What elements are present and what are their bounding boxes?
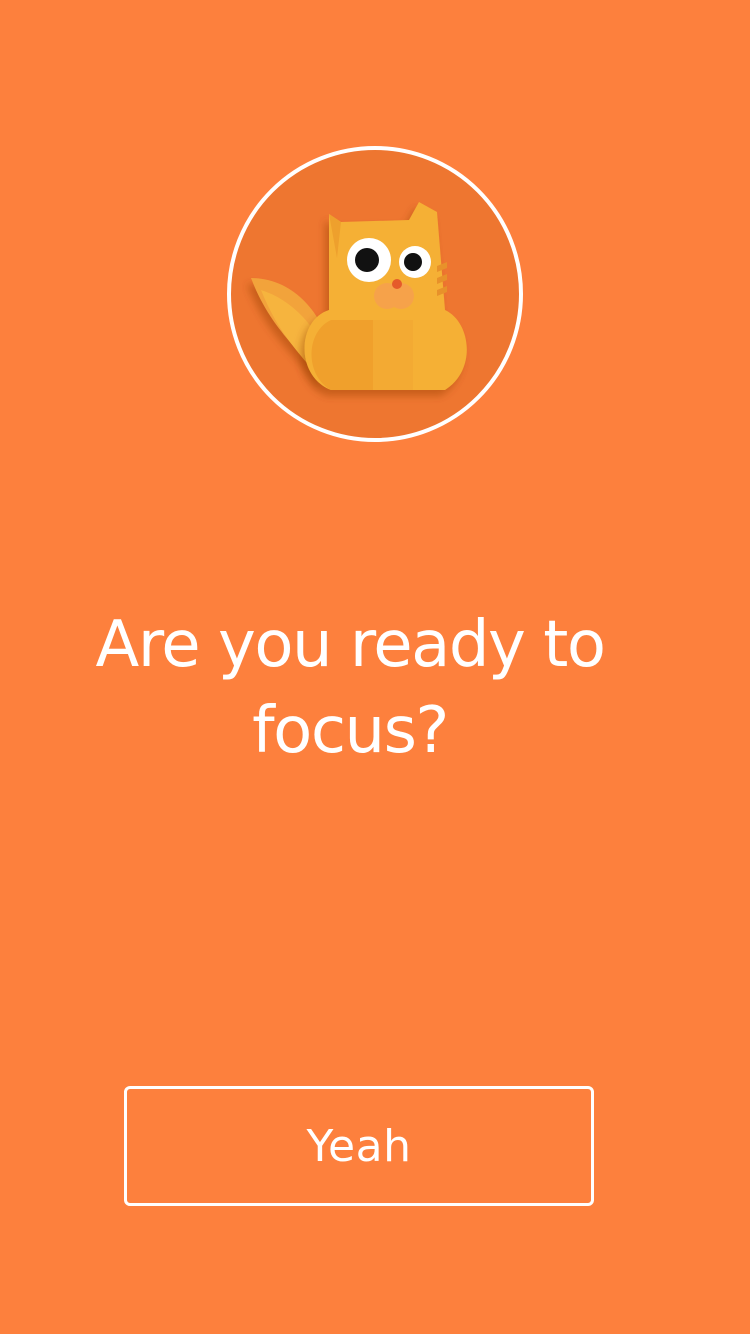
focus-prompt-screen: Are you ready to focus? Yeah xyxy=(0,0,750,1334)
cat-mascot-icon xyxy=(251,202,467,390)
yeah-button[interactable]: Yeah xyxy=(124,1086,594,1206)
avatar xyxy=(227,146,523,442)
focus-question-heading: Are you ready to focus? xyxy=(95,608,606,768)
